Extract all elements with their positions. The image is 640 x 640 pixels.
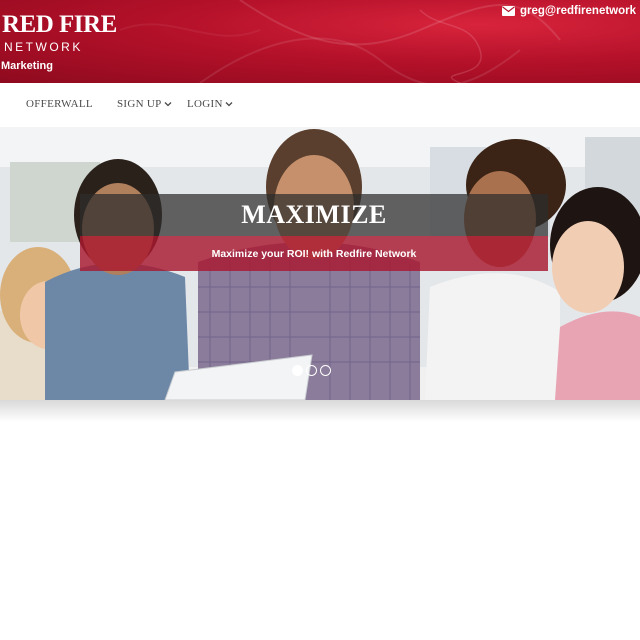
hero-subtitle: Maximize your ROI! with Redfire Network xyxy=(211,247,417,260)
contact-email[interactable]: greg@redfirenetwork xyxy=(502,3,640,19)
logo-text[interactable]: RED FIRE xyxy=(2,11,117,39)
logo-tagline: Marketing xyxy=(1,60,53,72)
slider-dot-3[interactable] xyxy=(320,365,331,376)
hero-subtitle-band: Maximize your ROI! with Redfire Network xyxy=(80,236,548,271)
nav-item-label[interactable]: OFFERWALL xyxy=(26,98,93,110)
slider-pagination xyxy=(292,365,331,376)
main-nav: OFFERWALL SIGN UP LOGIN xyxy=(0,83,640,127)
slider-dot-1[interactable] xyxy=(292,365,303,376)
logo-subtext: NETWORK xyxy=(4,40,83,54)
nav-item-login[interactable]: LOGIN xyxy=(187,98,233,110)
chevron-down-icon xyxy=(225,102,233,107)
nav-item-label[interactable]: SIGN UP xyxy=(117,98,162,110)
chevron-down-icon xyxy=(164,102,172,107)
hero-title: MAXIMIZE xyxy=(241,200,387,229)
nav-item-offerwall[interactable]: OFFERWALL xyxy=(26,98,93,110)
nav-item-sign-up[interactable]: SIGN UP xyxy=(117,98,172,110)
site-header: RED FIRE NETWORK Marketing greg@redfiren… xyxy=(0,0,640,83)
envelope-icon xyxy=(502,6,515,16)
slider-dot-2[interactable] xyxy=(306,365,317,376)
contact-email-text[interactable]: greg@redfirenetwork xyxy=(520,5,636,17)
nav-item-label[interactable]: LOGIN xyxy=(187,98,223,110)
hero-shadow xyxy=(0,400,640,422)
hero-slider: MAXIMIZE Maximize your ROI! with Redfire… xyxy=(0,127,640,400)
hero-title-band: MAXIMIZE xyxy=(80,194,548,236)
